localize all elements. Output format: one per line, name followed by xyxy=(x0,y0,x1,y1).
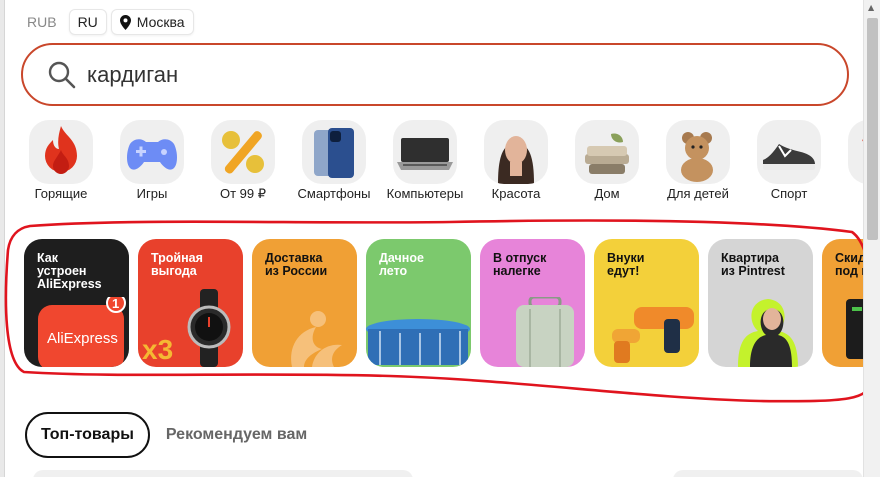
category-kids[interactable]: Для детей xyxy=(656,120,738,206)
category-beauty[interactable]: Красота xyxy=(474,120,556,206)
person-photo-icon xyxy=(738,299,798,367)
percent-icon xyxy=(211,120,275,184)
appliance-icon xyxy=(846,299,863,359)
story-title: Доставка из России xyxy=(265,251,328,278)
category-clothes[interactable]: Од xyxy=(838,120,863,206)
gamepad-icon xyxy=(120,120,184,184)
product-tabs: Топ-товары Рекомендуем вам xyxy=(25,412,307,458)
scrollbar-thumb[interactable] xyxy=(867,18,878,240)
suitcase-icon xyxy=(516,297,574,367)
story-card[interactable]: Квартира из Pintrest xyxy=(708,239,813,367)
story-title: Квартира из Pintrest xyxy=(721,251,785,278)
watch-icon: x3 xyxy=(142,289,231,367)
home-textile-icon xyxy=(575,120,639,184)
product-cards-peek xyxy=(33,470,863,477)
story-title: Внуки едут! xyxy=(607,251,645,278)
category-games[interactable]: Игры xyxy=(110,120,192,206)
language-label: RU xyxy=(77,14,98,30)
category-hot[interactable]: Горящие xyxy=(19,120,101,206)
story-title: Тройная выгода xyxy=(151,251,203,278)
category-from-99[interactable]: От 99 ₽ xyxy=(201,120,283,206)
clothes-icon xyxy=(848,120,863,184)
smartphone-icon xyxy=(302,120,366,184)
category-label: Компьютеры xyxy=(386,186,464,201)
notification-badge: 1 xyxy=(112,297,119,311)
laptop-icon xyxy=(393,120,457,184)
product-card-top xyxy=(33,470,413,477)
category-label: Смартфоны xyxy=(297,186,371,201)
story-card[interactable]: Скид под к xyxy=(822,239,863,367)
search-input[interactable] xyxy=(87,61,687,88)
aliexpress-logo-text: AliExpress xyxy=(47,330,118,347)
currency-label: RUB xyxy=(27,14,57,30)
category-label: Игры xyxy=(136,186,168,201)
triple-benefit-mark: x3 xyxy=(142,334,173,365)
aliexpress-logo-icon: AliExpress 1 xyxy=(38,297,126,367)
story-title: Как устроен AliExpress xyxy=(37,251,102,291)
tab-recommended[interactable]: Рекомендуем вам xyxy=(166,426,307,444)
scroll-up-arrow-icon[interactable]: ▲ xyxy=(868,3,874,12)
story-card[interactable]: Дачное лето xyxy=(366,239,471,367)
category-computers[interactable]: Компьютеры xyxy=(383,120,465,206)
product-card-top xyxy=(673,470,863,477)
story-card[interactable]: Доставка из России xyxy=(252,239,357,367)
story-title: Дачное лето xyxy=(379,251,424,278)
pool-icon xyxy=(366,319,470,365)
category-smartphones[interactable]: Смартфоны xyxy=(292,120,374,206)
vertical-scrollbar[interactable]: ▲ xyxy=(863,0,880,477)
stories-strip: Как устроен AliExpress AliExpress 1 Трой… xyxy=(24,239,863,367)
sneaker-icon xyxy=(757,120,821,184)
language-selector[interactable]: RU xyxy=(68,9,107,35)
water-gun-icon xyxy=(612,307,694,363)
face-icon xyxy=(484,120,548,184)
location-selector[interactable]: Москва xyxy=(110,9,194,35)
category-label: Красота xyxy=(491,186,541,201)
category-label: Спорт xyxy=(770,186,808,201)
flame-icon xyxy=(29,120,93,184)
category-label: Для детей xyxy=(667,186,729,201)
story-card[interactable]: Внуки едут! xyxy=(594,239,699,367)
location-label: Москва xyxy=(136,14,185,30)
category-label: Горящие xyxy=(34,186,88,201)
topbar: RUB RU Москва xyxy=(19,9,194,35)
story-title: В отпуск налегке xyxy=(493,251,547,278)
story-card[interactable]: Как устроен AliExpress AliExpress 1 xyxy=(24,239,129,367)
category-strip: Горящие Игры От 99 ₽ Смартфоны Компьютер… xyxy=(19,120,863,206)
browser-viewport: RUB RU Москва Горящие xyxy=(0,0,880,477)
teddy-bear-icon xyxy=(666,120,730,184)
tab-top-products[interactable]: Топ-товары xyxy=(25,412,150,458)
map-pin-icon xyxy=(119,14,131,30)
category-label: Од xyxy=(828,186,863,201)
search-icon[interactable] xyxy=(47,60,77,90)
category-label: Дом xyxy=(594,186,620,201)
page: RUB RU Москва Горящие xyxy=(5,0,863,477)
story-card[interactable]: Тройная выгода x3 xyxy=(138,239,243,367)
story-card[interactable]: В отпуск налегке xyxy=(480,239,585,367)
category-home[interactable]: Дом xyxy=(565,120,647,206)
ornament-icon xyxy=(291,311,342,367)
story-title: Скид под к xyxy=(835,251,863,278)
category-label: От 99 ₽ xyxy=(219,186,267,201)
currency-selector[interactable]: RUB xyxy=(19,9,65,35)
category-sport[interactable]: Спорт xyxy=(747,120,829,206)
search-bar[interactable] xyxy=(21,43,849,106)
